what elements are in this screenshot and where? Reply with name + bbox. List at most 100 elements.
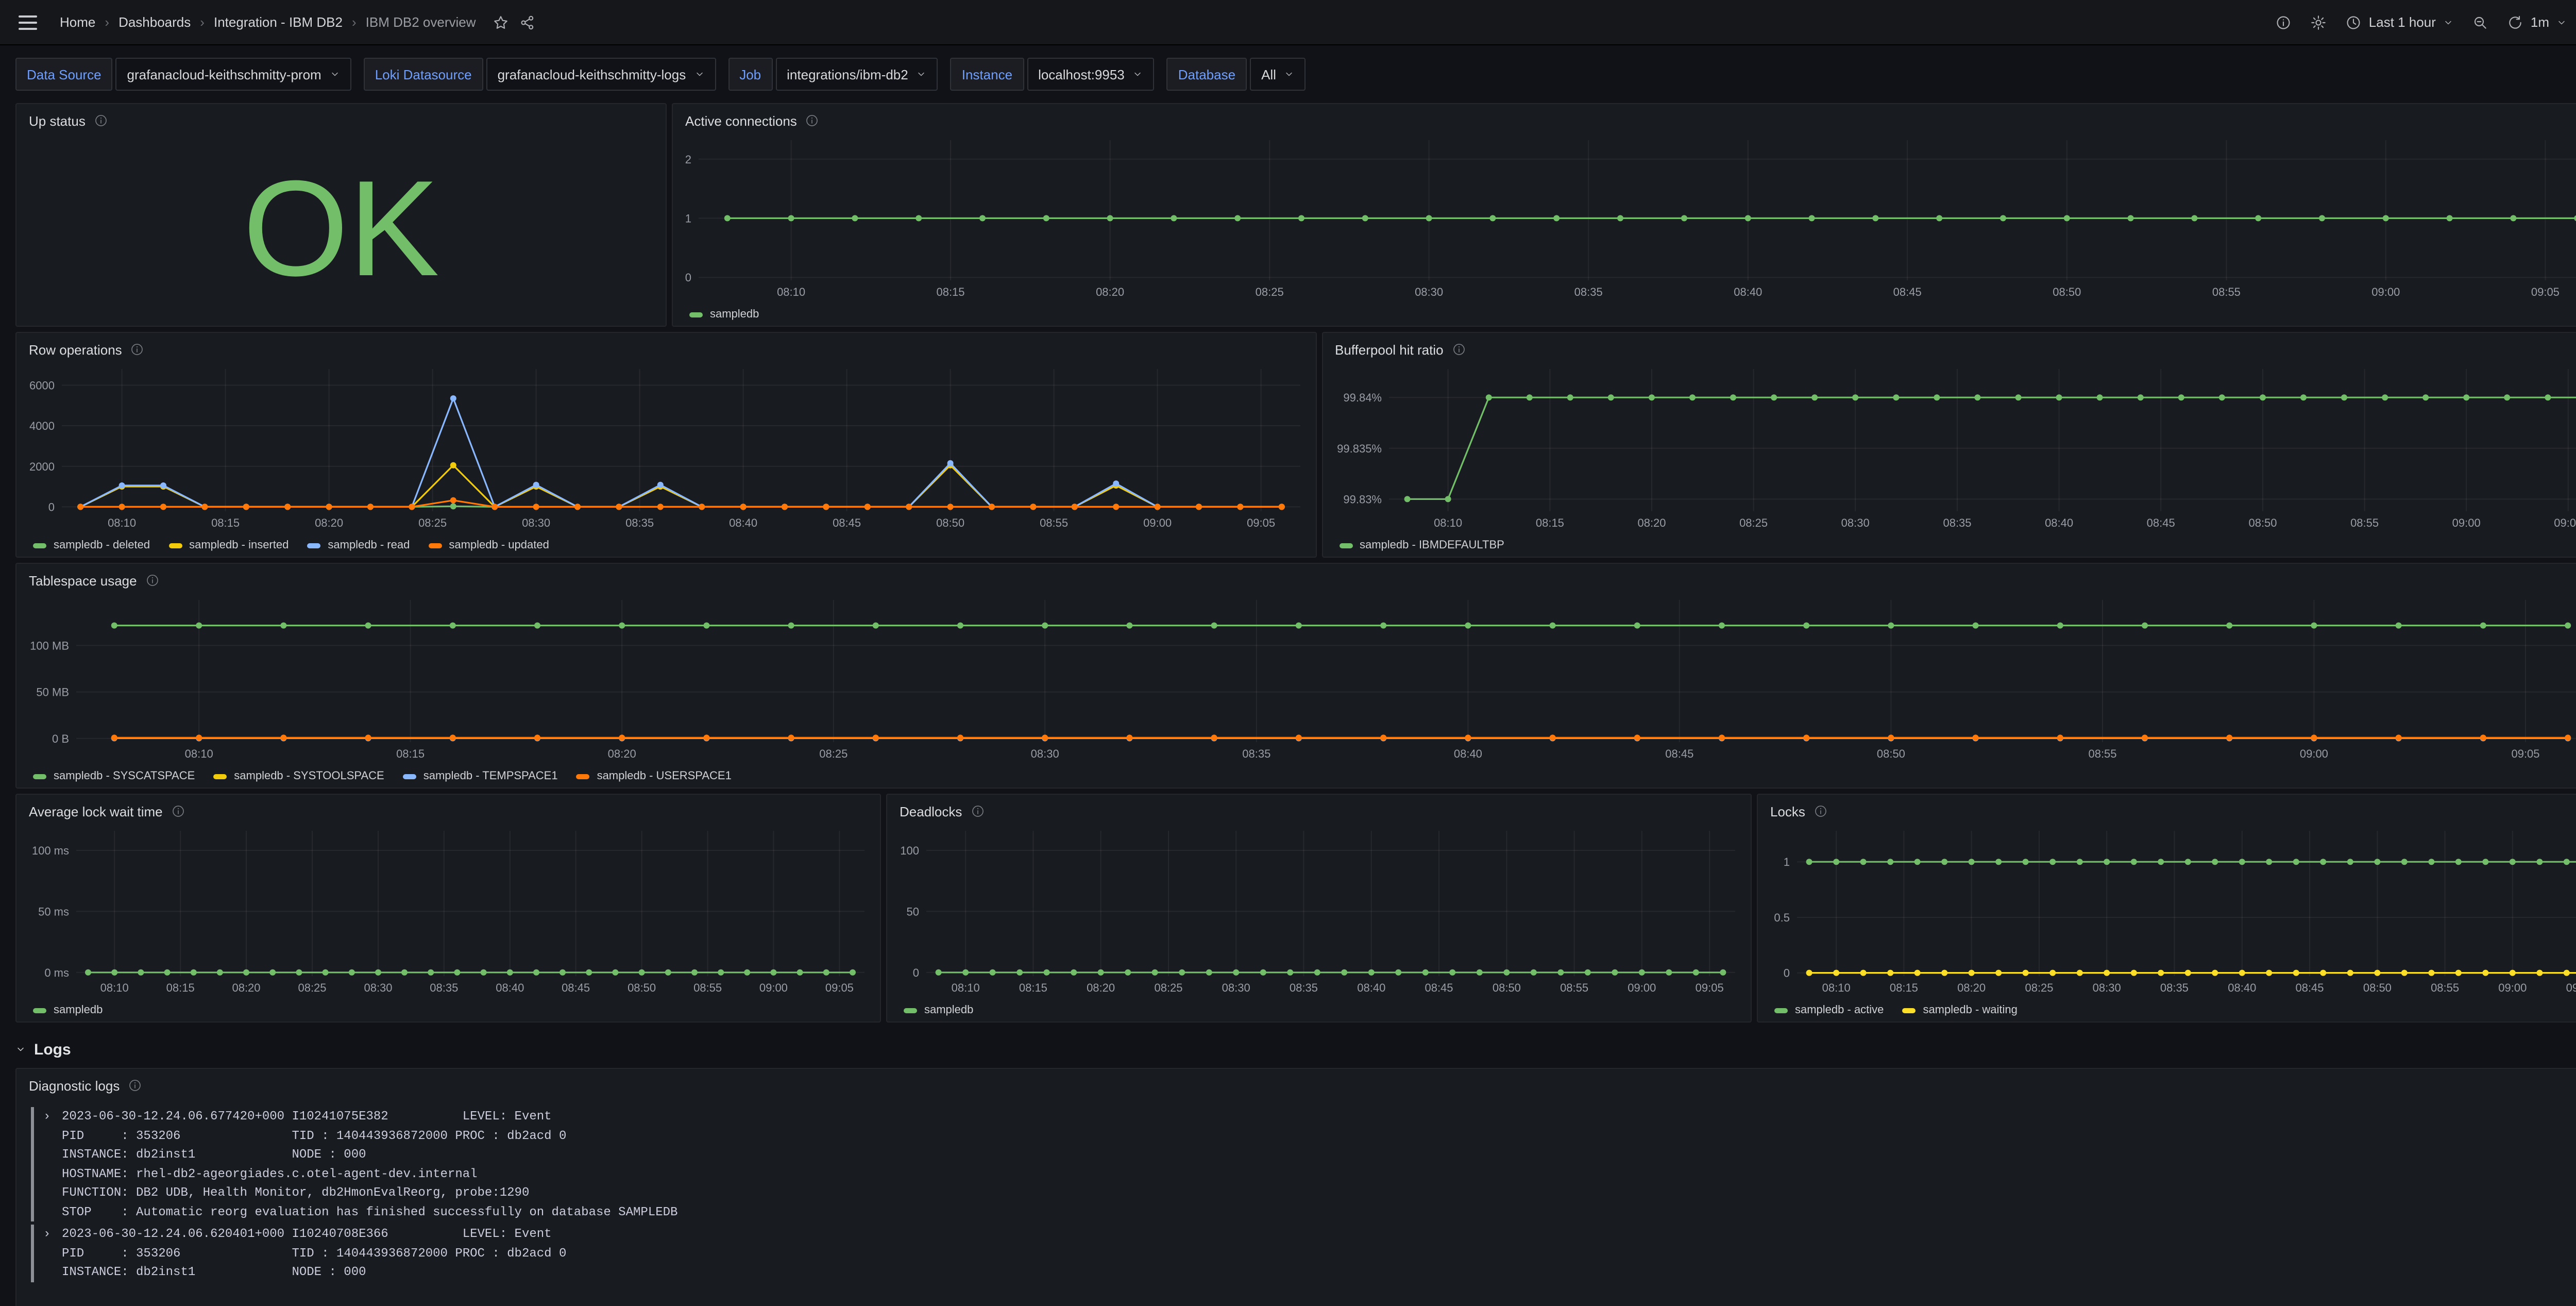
filter-value-dropdown[interactable]: integrations/ibm-db2 <box>775 58 938 91</box>
legend-item[interactable]: sampledb - active <box>1774 1004 1884 1016</box>
refresh-picker[interactable]: 1m <box>2507 14 2567 30</box>
panel-diagnostic-logs: Diagnostic logs ›2023-06-30-12.24.06.677… <box>15 1068 2576 1306</box>
legend-item[interactable]: sampledb - read <box>307 539 410 551</box>
panel-title[interactable]: Locks <box>1770 803 1805 819</box>
svg-text:100: 100 <box>900 844 919 857</box>
info-icon[interactable] <box>1452 342 1466 357</box>
row-operations-chart[interactable]: 08:1008:1508:2008:2508:3008:3508:4008:45… <box>23 363 1307 537</box>
panel-title[interactable]: Up status <box>29 113 86 128</box>
panel-title[interactable]: Row operations <box>29 342 122 357</box>
panel-tablespace-usage: Tablespace usage 08:1008:1508:2008:2508:… <box>15 563 2576 789</box>
legend-item[interactable]: sampledb - updated <box>428 539 549 551</box>
log-expand-icon[interactable]: › <box>43 1107 62 1126</box>
filter-value-dropdown[interactable]: localhost:9953 <box>1027 58 1155 91</box>
log-line[interactable]: INSTANCE: db2inst1 NODE : 000 <box>43 1263 2576 1282</box>
panel-title[interactable]: Bufferpool hit ratio <box>1335 342 1444 357</box>
log-content: ›2023-06-30-12.24.06.677420+000 I1024107… <box>16 1097 2576 1306</box>
chart-svg: 08:1008:1508:2008:2508:3008:3508:4008:45… <box>893 825 1742 997</box>
menu-icon[interactable] <box>19 15 37 29</box>
legend-marker <box>33 774 46 779</box>
legend-item[interactable]: sampledb - SYSCATSPACE <box>33 770 195 782</box>
svg-text:08:45: 08:45 <box>1893 286 1922 298</box>
log-line[interactable]: FUNCTION: DB2 UDB, Health Monitor, db2Hm… <box>43 1183 2576 1202</box>
svg-text:09:00: 09:00 <box>1628 981 1656 994</box>
legend-item[interactable]: sampledb <box>33 1004 103 1016</box>
breadcrumb-integration[interactable]: Integration - IBM DB2 <box>214 14 343 30</box>
filter-value-dropdown[interactable]: grafanacloud-keithschmitty-logs <box>486 58 716 91</box>
filter-value: grafanacloud-keithschmitty-prom <box>127 66 321 82</box>
log-indent <box>43 1263 62 1282</box>
info-circle-icon[interactable] <box>2275 14 2292 30</box>
svg-text:08:40: 08:40 <box>1454 747 1482 760</box>
filter-label[interactable]: Loki Datasource <box>364 58 483 91</box>
info-icon[interactable] <box>128 1078 142 1093</box>
filter-label[interactable]: Job <box>728 58 772 91</box>
gear-icon[interactable] <box>2310 14 2327 30</box>
svg-text:08:50: 08:50 <box>936 516 964 529</box>
svg-text:08:10: 08:10 <box>777 286 805 298</box>
panel-title[interactable]: Active connections <box>685 113 797 128</box>
deadlocks-chart[interactable]: 08:1008:1508:2008:2508:3008:3508:4008:45… <box>893 825 1742 1002</box>
legend-item[interactable]: sampledb - TEMPSPACE1 <box>403 770 558 782</box>
star-icon[interactable] <box>493 14 509 30</box>
panel-title[interactable]: Deadlocks <box>900 803 962 819</box>
panel-title[interactable]: Tablespace usage <box>29 573 137 588</box>
zoom-out-icon[interactable] <box>2472 14 2488 30</box>
svg-text:0 ms: 0 ms <box>44 966 69 979</box>
info-icon[interactable] <box>94 113 108 128</box>
svg-text:08:10: 08:10 <box>1433 516 1462 529</box>
panel-title[interactable]: Diagnostic logs <box>29 1078 120 1093</box>
legend-item[interactable]: sampledb - waiting <box>1902 1004 2017 1016</box>
svg-text:08:25: 08:25 <box>819 747 848 760</box>
legend-item[interactable]: sampledb - SYSTOOLSPACE <box>213 770 384 782</box>
log-line[interactable]: ›2023-06-30-12.24.06.620401+000 I1024070… <box>43 1225 2576 1244</box>
log-text: 2023-06-30-12.24.06.620401+000 I10240708… <box>62 1225 552 1244</box>
log-line[interactable]: INSTANCE: db2inst1 NODE : 000 <box>43 1145 2576 1164</box>
info-icon[interactable] <box>970 804 985 818</box>
legend-item[interactable]: sampledb - IBMDEFAULTBP <box>1339 539 1504 551</box>
legend-item[interactable]: sampledb - deleted <box>33 539 150 551</box>
svg-text:08:30: 08:30 <box>1222 981 1250 994</box>
filter-value-dropdown[interactable]: grafanacloud-keithschmitty-prom <box>116 58 351 91</box>
filter-label[interactable]: Database <box>1167 58 1247 91</box>
average-lock-wait-time-chart[interactable]: 08:1008:1508:2008:2508:3008:3508:4008:45… <box>23 825 872 1002</box>
log-expand-icon[interactable]: › <box>43 1225 62 1244</box>
legend-item[interactable]: sampledb - USERSPACE1 <box>577 770 732 782</box>
svg-text:08:40: 08:40 <box>2044 516 2073 529</box>
svg-text:50 ms: 50 ms <box>38 905 69 918</box>
legend-marker <box>1774 1008 1788 1013</box>
log-line[interactable]: PID : 353206 TID : 140443936872000 PROC … <box>43 1126 2576 1145</box>
breadcrumb-dashboards[interactable]: Dashboards <box>118 14 191 30</box>
info-icon[interactable] <box>171 804 185 818</box>
active-connections-chart[interactable]: 08:1008:1508:2008:2508:3008:3508:4008:45… <box>679 134 2576 306</box>
grafana-dashboard: Home › Dashboards › Integration - IBM DB… <box>0 0 2576 1306</box>
svg-text:08:35: 08:35 <box>1574 286 1603 298</box>
locks-chart[interactable]: 08:1008:1508:2008:2508:3008:3508:4008:45… <box>1764 825 2576 1002</box>
log-line[interactable]: ›2023-06-30-12.24.06.677420+000 I1024107… <box>43 1107 2576 1126</box>
filter-value-dropdown[interactable]: All <box>1250 58 1306 91</box>
info-icon[interactable] <box>805 113 820 128</box>
logs-section-toggle[interactable]: Logs <box>15 1037 2576 1062</box>
info-icon[interactable] <box>130 342 145 357</box>
time-range-picker[interactable]: Last 1 hour <box>2345 14 2453 30</box>
legend-label: sampledb - updated <box>449 539 549 551</box>
filter-label[interactable]: Data Source <box>15 58 113 91</box>
share-icon[interactable] <box>519 14 536 30</box>
log-line[interactable]: HOSTNAME: rhel-db2-ageorgiades.c.otel-ag… <box>43 1164 2576 1183</box>
svg-text:0: 0 <box>48 500 55 513</box>
info-icon[interactable] <box>1814 804 1828 818</box>
info-icon[interactable] <box>145 573 160 588</box>
tablespace-usage-chart[interactable]: 08:1008:1508:2008:2508:3008:3508:4008:45… <box>23 594 2576 768</box>
panel-title[interactable]: Average lock wait time <box>29 803 163 819</box>
legend-item[interactable]: sampledb <box>904 1004 973 1016</box>
legend-item[interactable]: sampledb <box>689 308 759 321</box>
breadcrumb-home[interactable]: Home <box>60 14 95 30</box>
filter-label[interactable]: Instance <box>951 58 1024 91</box>
bufferpool-hit-ratio-chart[interactable]: 08:1008:1508:2008:2508:3008:3508:4008:45… <box>1329 363 2576 537</box>
svg-text:50: 50 <box>907 905 919 918</box>
log-line[interactable]: STOP : Automatic reorg evaluation has fi… <box>43 1202 2576 1221</box>
svg-text:08:15: 08:15 <box>1535 516 1564 529</box>
legend-item[interactable]: sampledb - inserted <box>168 539 289 551</box>
legend-label: sampledb - TEMPSPACE1 <box>423 770 558 782</box>
log-line[interactable]: PID : 353206 TID : 140443936872000 PROC … <box>43 1244 2576 1263</box>
